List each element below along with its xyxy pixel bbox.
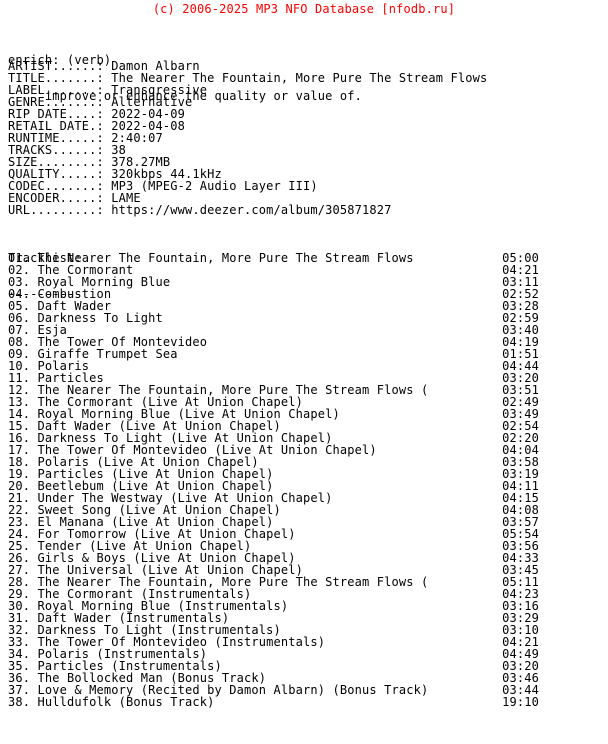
metadata-block: ARTIST......: Damon Albarn TITLE.......: … bbox=[8, 60, 487, 216]
metadata-value: https://www.deezer.com/album/305871827 bbox=[111, 203, 392, 217]
tracklist-block: 01. The Nearer The Fountain, More Pure T… bbox=[8, 252, 539, 708]
metadata-value: MP3 (MPEG-2 Audio Layer III) bbox=[111, 179, 318, 193]
track-row: 38. Hulldufolk (Bonus Track) 19:10 bbox=[8, 696, 539, 708]
track-gap bbox=[215, 695, 503, 709]
track-duration: 19:10 bbox=[502, 695, 539, 709]
track-title: Hulldufolk (Bonus Track) bbox=[37, 695, 215, 709]
metadata-label: URL.........: bbox=[8, 203, 112, 217]
copyright-banner: (c) 2006-2025 MP3 NFO Database [nfodb.ru… bbox=[152, 2, 456, 16]
track-number: 38. bbox=[8, 695, 38, 709]
metadata-row: URL.........: https://www.deezer.com/alb… bbox=[8, 204, 487, 216]
nfo-document: (c) 2006-2025 MP3 NFO Database [nfodb.ru… bbox=[0, 0, 608, 744]
